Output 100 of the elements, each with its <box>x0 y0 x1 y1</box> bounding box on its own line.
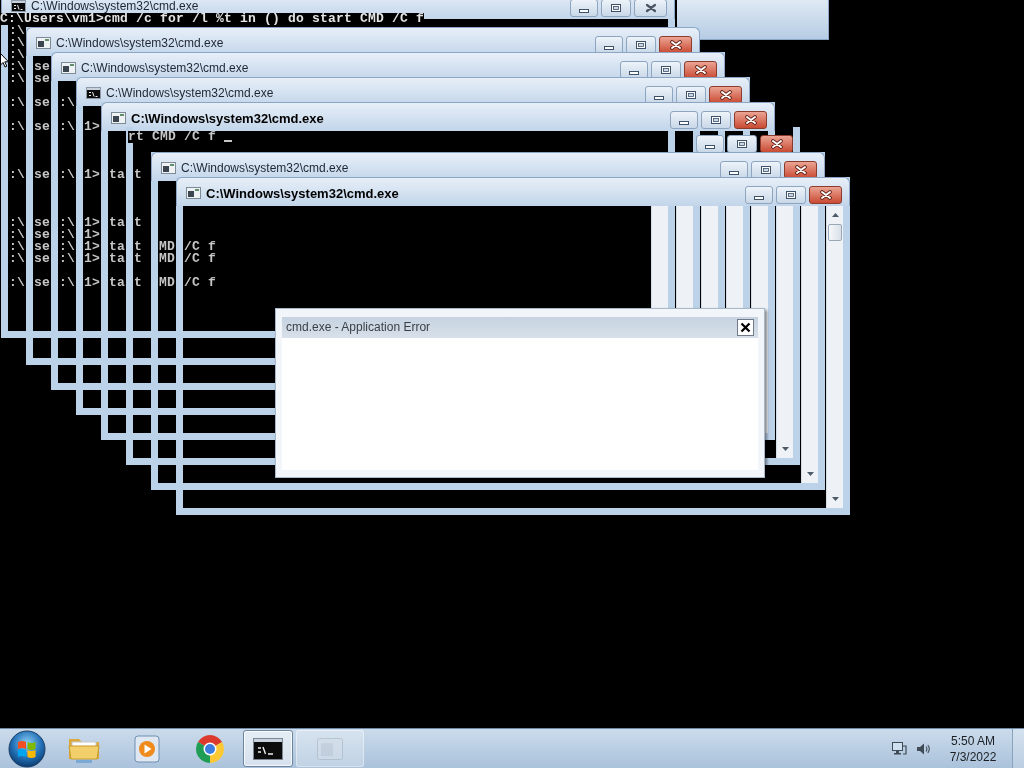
console-text: :\ <box>9 229 25 241</box>
window-icon <box>161 162 176 174</box>
minimize-icon <box>705 145 715 149</box>
taskbar-button[interactable] <box>243 730 293 767</box>
minimize-icon <box>579 9 589 13</box>
console-text: t <box>134 169 142 181</box>
console-text: se <box>34 121 50 133</box>
play-icon <box>134 734 160 763</box>
console-text: /C f <box>184 277 216 289</box>
console-text: :\ <box>9 277 25 289</box>
console-text: t <box>134 253 142 265</box>
close-button[interactable] <box>734 111 767 129</box>
console-text: se <box>34 253 50 265</box>
window-icon <box>111 112 126 124</box>
scroll-down-icon[interactable] <box>832 497 839 501</box>
console-text: :\ <box>9 253 25 265</box>
console-text: se <box>34 61 50 73</box>
console-text: :\ <box>9 61 25 73</box>
maximize-icon <box>661 66 671 74</box>
close-icon <box>819 190 832 200</box>
console-text: se <box>34 73 50 85</box>
browser-icon <box>195 733 225 764</box>
console-text: ta <box>109 241 125 253</box>
scrollbar[interactable] <box>826 206 843 508</box>
console-text: /C f <box>184 241 216 253</box>
close-icon <box>694 65 707 75</box>
console-text: t <box>134 217 142 229</box>
console-text: MD <box>159 277 175 289</box>
console-text: /C f <box>184 253 216 265</box>
console-text: :\ <box>9 97 25 109</box>
maximize-icon <box>636 41 646 49</box>
console-text: :\ <box>9 169 25 181</box>
minimize-button[interactable] <box>696 135 724 153</box>
scrollbar[interactable] <box>776 206 793 458</box>
maximize-button[interactable] <box>776 186 806 204</box>
console-text: 1> <box>84 121 100 133</box>
minimize-icon <box>679 121 689 125</box>
console-text: :\ <box>59 169 75 181</box>
close-icon <box>669 40 682 50</box>
minimize-icon <box>729 171 739 175</box>
close-button[interactable] <box>760 135 793 153</box>
maximize-button[interactable] <box>601 0 631 17</box>
network-icon[interactable] <box>892 740 908 757</box>
console-text: t <box>134 277 142 289</box>
minimize-icon <box>754 196 764 200</box>
console-text: se <box>34 217 50 229</box>
console-text: se <box>34 169 50 181</box>
minimize-icon <box>654 96 664 100</box>
minimize-button[interactable] <box>570 0 598 17</box>
scroll-down-icon[interactable] <box>807 472 814 476</box>
console-text: se <box>34 241 50 253</box>
window-title: C:\Windows\system32\cmd.exe <box>131 111 324 126</box>
scroll-up-icon[interactable] <box>832 213 839 217</box>
close-icon <box>770 139 783 149</box>
minimize-button[interactable] <box>670 111 698 129</box>
minimize-icon <box>604 46 614 50</box>
maximize-icon <box>686 91 696 99</box>
close-icon <box>719 90 732 100</box>
console-text: se <box>34 277 50 289</box>
console-text: ta <box>109 217 125 229</box>
minimize-button[interactable] <box>745 186 773 204</box>
console-text: :\ <box>59 121 75 133</box>
console-text: :\ <box>9 121 25 133</box>
console-text: :\ <box>59 217 75 229</box>
console-text: ta <box>109 169 125 181</box>
console-icon <box>86 87 101 99</box>
close-icon <box>794 165 807 175</box>
scroll-thumb[interactable] <box>828 224 842 241</box>
maximize-button[interactable] <box>701 111 731 129</box>
window-title: C:\Windows\system32\cmd.exe <box>106 86 274 101</box>
console-text: :\ <box>9 217 25 229</box>
maximize-icon <box>786 191 796 199</box>
console-text: rt CMD /C f <box>128 131 216 143</box>
window-title: C:\Windows\system32\cmd.exe <box>206 186 399 201</box>
scroll-down-icon[interactable] <box>782 447 789 451</box>
console-text: se <box>34 97 50 109</box>
maximize-icon <box>711 116 721 124</box>
speaker-icon[interactable] <box>916 741 930 756</box>
maximize-icon <box>761 166 771 174</box>
console-text: :\ <box>9 49 25 61</box>
start-orb-icon <box>8 729 46 768</box>
console-text: ta <box>109 253 125 265</box>
console-text: :\ <box>59 97 75 109</box>
window-title: C:\Windows\system32\cmd.exe <box>81 61 249 76</box>
console-text: 1> <box>84 253 100 265</box>
console-icon <box>11 0 26 12</box>
console-text: 1> <box>84 217 100 229</box>
console-text: 1> <box>84 229 100 241</box>
console-text: MD <box>159 241 175 253</box>
window-title: C:\Windows\system32\cmd.exe <box>31 0 199 13</box>
window-icon <box>317 737 343 760</box>
close-icon <box>740 322 751 333</box>
scrollbar[interactable] <box>801 206 818 483</box>
console-icon <box>253 737 283 760</box>
close-button[interactable] <box>737 319 754 336</box>
close-button[interactable] <box>809 186 842 204</box>
close-button[interactable] <box>634 0 667 17</box>
maximize-button[interactable] <box>727 135 757 153</box>
clock-button[interactable]: 5:50 AM 7/3/2022 <box>938 729 1008 768</box>
dialog-title: cmd.exe - Application Error <box>286 320 431 335</box>
